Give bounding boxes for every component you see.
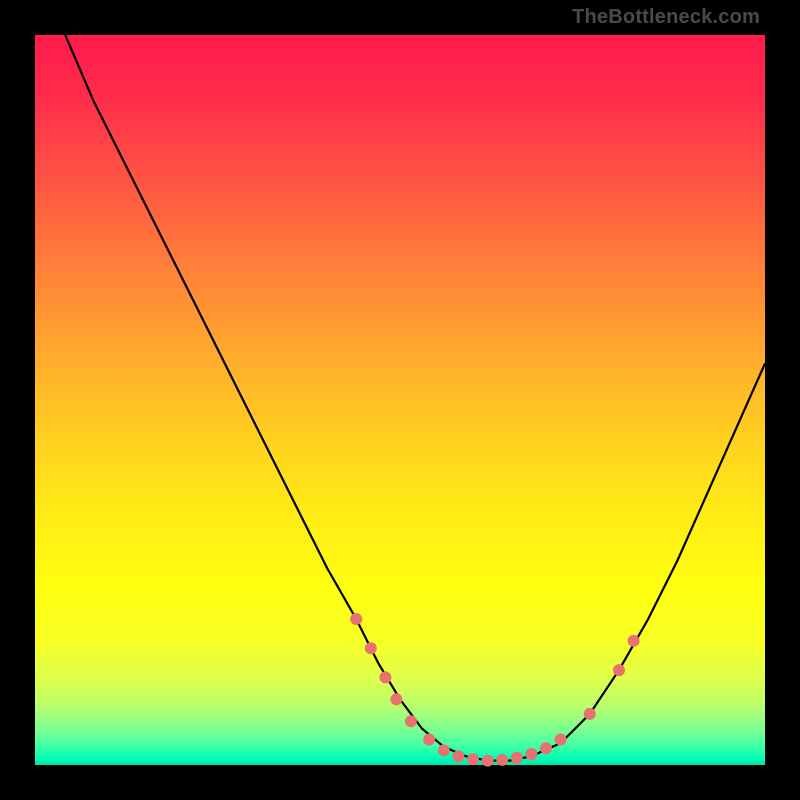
curve-marker — [511, 752, 523, 764]
curve-marker — [540, 742, 552, 754]
bottleneck-curve — [35, 0, 765, 761]
curve-marker — [555, 734, 567, 746]
attribution-text: TheBottleneck.com — [572, 6, 760, 29]
curve-marker — [482, 755, 494, 767]
curve-marker — [405, 715, 417, 727]
curve-marker — [628, 635, 640, 647]
curve-marker — [365, 642, 377, 654]
curve-marker — [525, 748, 537, 760]
curve-marker — [350, 613, 362, 625]
curve-layer — [35, 35, 765, 765]
curve-marker — [467, 753, 479, 765]
curve-marker — [452, 750, 464, 762]
curve-marker — [584, 708, 596, 720]
curve-marker — [379, 671, 391, 683]
curve-marker — [438, 744, 450, 756]
curve-marker — [496, 754, 508, 766]
curve-marker — [390, 693, 402, 705]
chart-frame: TheBottleneck.com — [0, 0, 800, 800]
curve-marker — [613, 664, 625, 676]
curve-marker — [423, 734, 435, 746]
